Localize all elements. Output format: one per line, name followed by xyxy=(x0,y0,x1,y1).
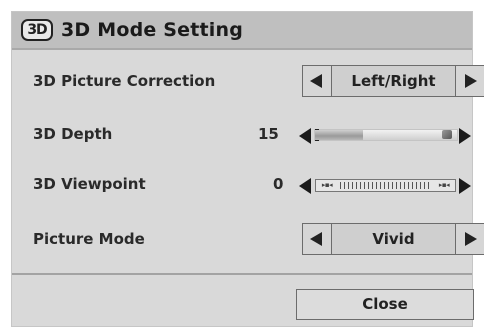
picture-correction-value: Left/Right xyxy=(332,66,455,96)
viewpoint-decrease-icon[interactable] xyxy=(299,178,311,194)
depth-increase-icon[interactable] xyxy=(459,128,471,144)
left-arrow-icon xyxy=(310,232,322,246)
depth-slider-fill xyxy=(315,130,363,140)
picture-mode-selector[interactable]: Vivid xyxy=(302,223,484,255)
picture-mode-value: Vivid xyxy=(332,224,455,254)
footer-divider xyxy=(12,273,472,275)
picture-mode-next-button[interactable] xyxy=(455,224,484,254)
depth-slider[interactable] xyxy=(314,129,458,141)
picture-correction-label: 3D Picture Correction xyxy=(33,72,216,90)
viewpoint-right-icon: ▸▪◂ xyxy=(438,181,450,189)
3d-mode-setting-dialog: 3D 3D Mode Setting 3D Picture Correction… xyxy=(11,11,484,327)
picture-mode-prev-button[interactable] xyxy=(303,224,332,254)
viewpoint-left-icon: ▸▪◂ xyxy=(321,181,333,189)
picture-correction-selector[interactable]: Left/Right xyxy=(302,65,484,97)
viewpoint-slider[interactable]: ▸▪◂ ▸▪◂ xyxy=(315,179,456,192)
right-arrow-icon xyxy=(465,74,477,88)
depth-decrease-icon[interactable] xyxy=(299,128,311,144)
picture-correction-prev-button[interactable] xyxy=(303,66,332,96)
picture-mode-label: Picture Mode xyxy=(33,230,145,248)
depth-label: 3D Depth xyxy=(33,125,113,143)
viewpoint-increase-icon[interactable] xyxy=(459,178,471,194)
dialog-title: 3D Mode Setting xyxy=(61,19,244,41)
viewpoint-label: 3D Viewpoint xyxy=(33,175,146,193)
picture-correction-next-button[interactable] xyxy=(455,66,484,96)
viewpoint-scale xyxy=(340,182,431,189)
dialog-titlebar: 3D 3D Mode Setting xyxy=(12,12,472,50)
viewpoint-value: 0 xyxy=(273,175,284,193)
cube-icon xyxy=(442,130,452,139)
3d-icon: 3D xyxy=(21,19,53,41)
close-button[interactable]: Close xyxy=(296,289,474,320)
depth-value: 15 xyxy=(258,125,279,143)
left-arrow-icon xyxy=(310,74,322,88)
right-arrow-icon xyxy=(465,232,477,246)
